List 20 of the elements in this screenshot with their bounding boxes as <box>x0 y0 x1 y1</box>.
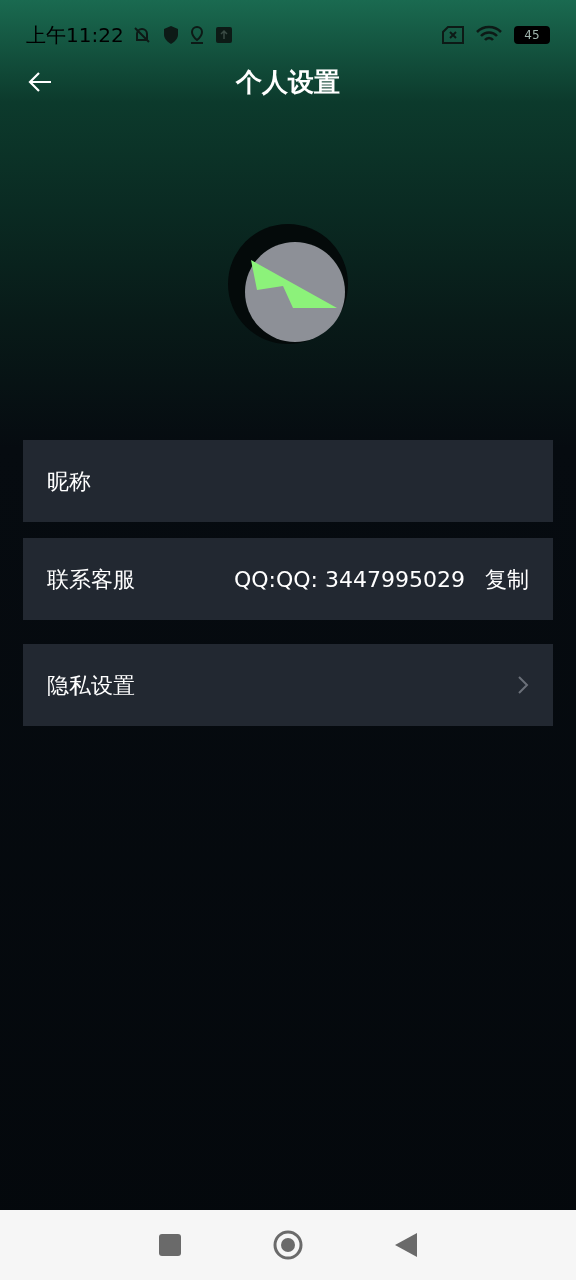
settings-row[interactable]: 昵称 <box>23 440 553 522</box>
sim-icon <box>442 26 464 44</box>
page-title: 个人设置 <box>236 65 340 99</box>
shield-icon <box>163 26 178 44</box>
row-label: 联系客服 <box>47 565 135 594</box>
upload-icon <box>215 27 232 43</box>
home-icon[interactable] <box>273 1230 303 1260</box>
back-icon[interactable] <box>395 1233 417 1257</box>
contact-value: QQ:QQ: 3447995029 <box>233 565 465 594</box>
location-icon <box>189 26 204 44</box>
settings-row[interactable]: 隐私设置 <box>23 644 553 726</box>
status-time: 上午11:22 <box>26 22 124 49</box>
row-label: 隐私设置 <box>47 671 135 700</box>
back-arrow-icon[interactable] <box>28 72 52 92</box>
notification-muted-icon <box>131 25 152 45</box>
chevron-right-icon <box>517 675 529 695</box>
settings-row[interactable]: 联系客服 QQ:QQ: 3447995029 复制 <box>23 538 553 620</box>
copy-button[interactable]: 复制 <box>485 562 529 596</box>
row-label: 昵称 <box>47 467 91 496</box>
battery-indicator: 45 <box>514 26 550 44</box>
